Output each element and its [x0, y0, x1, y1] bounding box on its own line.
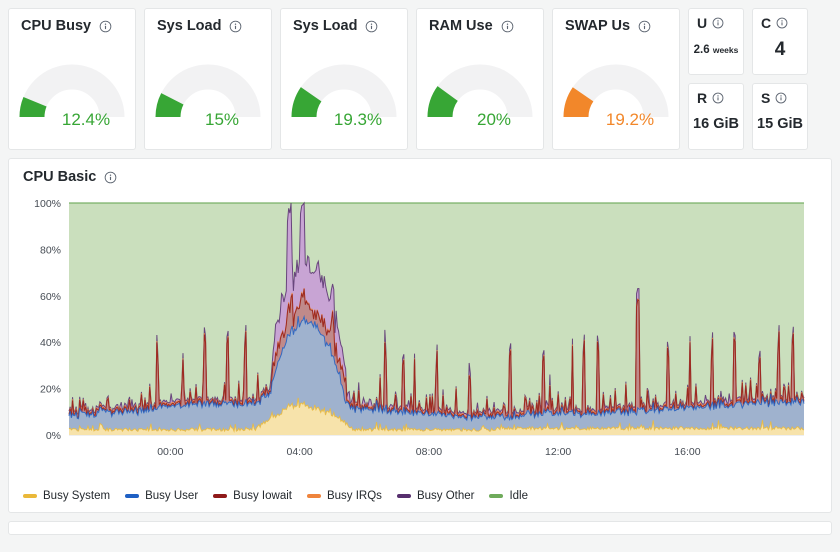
panel-title-text: S	[761, 90, 771, 106]
legend-swatch	[396, 494, 411, 498]
stat-panel-grid: U 2.6 weeks C 4 R 16 GiB S 15 GiB	[688, 8, 808, 150]
legend-swatch	[489, 494, 504, 498]
stat-body: 2.6 weeks	[689, 30, 743, 74]
legend-item[interactable]: Busy Iowait	[213, 490, 292, 502]
svg-text:12.4%: 12.4%	[62, 110, 110, 129]
panel-title-text: R	[697, 90, 708, 106]
panel-header: U	[689, 9, 743, 30]
legend-swatch	[23, 494, 37, 498]
panel-title-text: RAM Use	[429, 18, 493, 34]
svg-text:16:00: 16:00	[674, 446, 700, 458]
info-circle-icon[interactable]	[776, 17, 789, 30]
stat-row-top: U 2.6 weeks C 4	[688, 8, 808, 75]
legend-item[interactable]: Idle	[489, 490, 528, 502]
panel-title-text: Sys Load	[293, 18, 358, 34]
gauge-ram-use: 20%	[417, 43, 543, 147]
panel-cpu-cores[interactable]: C 4	[752, 8, 808, 75]
stat-value: 4	[774, 38, 786, 60]
info-circle-icon[interactable]	[775, 92, 788, 105]
panel-swap-use[interactable]: SWAP Us 19.2%	[552, 8, 680, 150]
panel-header: CPU Busy	[9, 9, 135, 34]
panel-title-text: CPU Busy	[21, 18, 92, 34]
panel-header: S	[753, 84, 807, 105]
panel-title-text: CPU Basic	[23, 169, 97, 185]
info-circle-icon[interactable]	[229, 20, 242, 33]
info-circle-icon[interactable]	[365, 20, 378, 33]
stat-body: 16 GiB	[689, 105, 743, 149]
svg-text:80%: 80%	[40, 244, 61, 256]
svg-text:15%: 15%	[205, 110, 239, 129]
svg-text:40%: 40%	[40, 337, 61, 349]
gauge-swap-use: 19.2%	[553, 43, 679, 147]
panel-ram-use[interactable]: RAM Use 20%	[416, 8, 544, 150]
legend-item[interactable]: Busy Other	[396, 490, 475, 502]
dashboard: CPU Busy 12.4% Sys Load 15% Sys Load 19.…	[0, 0, 840, 543]
svg-text:04:00: 04:00	[287, 446, 313, 458]
legend-item[interactable]: Busy User	[125, 490, 198, 502]
svg-text:20%: 20%	[40, 384, 61, 396]
gauge-cpu-busy: 12.4%	[9, 43, 135, 147]
panel-header: Sys Load	[145, 9, 271, 34]
info-circle-icon[interactable]	[501, 20, 514, 33]
legend-swatch	[125, 494, 140, 498]
legend-label: Busy User	[145, 490, 199, 502]
svg-text:0%: 0%	[46, 430, 61, 442]
panel-header: CPU Basic	[9, 159, 831, 185]
svg-text:08:00: 08:00	[416, 446, 442, 458]
svg-text:00:00: 00:00	[157, 446, 183, 458]
svg-text:12:00: 12:00	[545, 446, 571, 458]
gauge-sys-load-1: 15%	[145, 43, 271, 147]
stat-body: 15 GiB	[753, 105, 807, 149]
info-circle-icon[interactable]	[712, 92, 725, 105]
panel-ram-total[interactable]: R 16 GiB	[688, 83, 744, 150]
stat-body: 4	[753, 30, 807, 74]
legend-label: Busy System	[43, 490, 111, 502]
top-row: CPU Busy 12.4% Sys Load 15% Sys Load 19.…	[8, 8, 832, 150]
info-circle-icon[interactable]	[99, 20, 112, 33]
panel-sys-load-2[interactable]: Sys Load 19.3%	[280, 8, 408, 150]
panel-cpu-busy[interactable]: CPU Busy 12.4%	[8, 8, 136, 150]
svg-text:20%: 20%	[477, 110, 511, 129]
svg-text:100%: 100%	[34, 198, 61, 210]
panel-uptime[interactable]: U 2.6 weeks	[688, 8, 744, 75]
panel-header: C	[753, 9, 807, 30]
chart-row: CPU Basic 0% 20% 40% 60% 80% 100% 00:00 04:00 08…	[8, 158, 832, 513]
panel-title-text: SWAP Us	[565, 18, 631, 34]
stat-number: 2.6	[693, 43, 710, 56]
panel-title-text: U	[697, 15, 708, 31]
info-circle-icon[interactable]	[638, 20, 651, 33]
svg-text:19.3%: 19.3%	[334, 110, 382, 129]
panel-header: SWAP Us	[553, 9, 679, 34]
stat-value: 2.6 weeks	[694, 44, 739, 57]
panel-header: RAM Use	[417, 9, 543, 34]
panel-cpu-basic[interactable]: CPU Basic 0% 20% 40% 60% 80% 100% 00:00 04:00 08…	[8, 158, 832, 513]
cpu-basic-chart[interactable]: 0% 20% 40% 60% 80% 100% 00:00 04:00 08:00 12:00 16…	[9, 189, 831, 512]
legend-item[interactable]: Busy IRQs	[306, 490, 382, 502]
chart-legend: Busy System Busy User Busy Iowait Busy IRQs…	[23, 490, 823, 502]
panel-sys-load-1[interactable]: Sys Load 15%	[144, 8, 272, 150]
stat-unit: weeks	[712, 44, 739, 55]
legend-label: Busy Other	[416, 490, 475, 502]
legend-item[interactable]: Busy System	[23, 490, 110, 502]
panel-title-text: C	[761, 15, 772, 31]
info-circle-icon[interactable]	[104, 171, 117, 184]
legend-swatch	[213, 494, 228, 498]
next-panel-peek	[8, 521, 832, 535]
stat-row-bottom: R 16 GiB S 15 GiB	[688, 83, 808, 150]
svg-text:60%: 60%	[40, 291, 61, 303]
svg-text:19.2%: 19.2%	[606, 110, 654, 129]
legend-label: Busy IRQs	[326, 490, 382, 502]
panel-header: Sys Load	[281, 9, 407, 34]
stat-value: 15 GiB	[757, 116, 803, 133]
panel-swap-total[interactable]: S 15 GiB	[752, 83, 808, 150]
legend-swatch	[306, 494, 321, 498]
legend-label: Busy Iowait	[233, 490, 292, 502]
stat-value: 16 GiB	[693, 116, 739, 133]
panel-header: R	[689, 84, 743, 105]
panel-title-text: Sys Load	[157, 18, 222, 34]
info-circle-icon[interactable]	[712, 17, 725, 30]
legend-label: Idle	[509, 490, 529, 502]
gauge-sys-load-2: 19.3%	[281, 43, 407, 147]
